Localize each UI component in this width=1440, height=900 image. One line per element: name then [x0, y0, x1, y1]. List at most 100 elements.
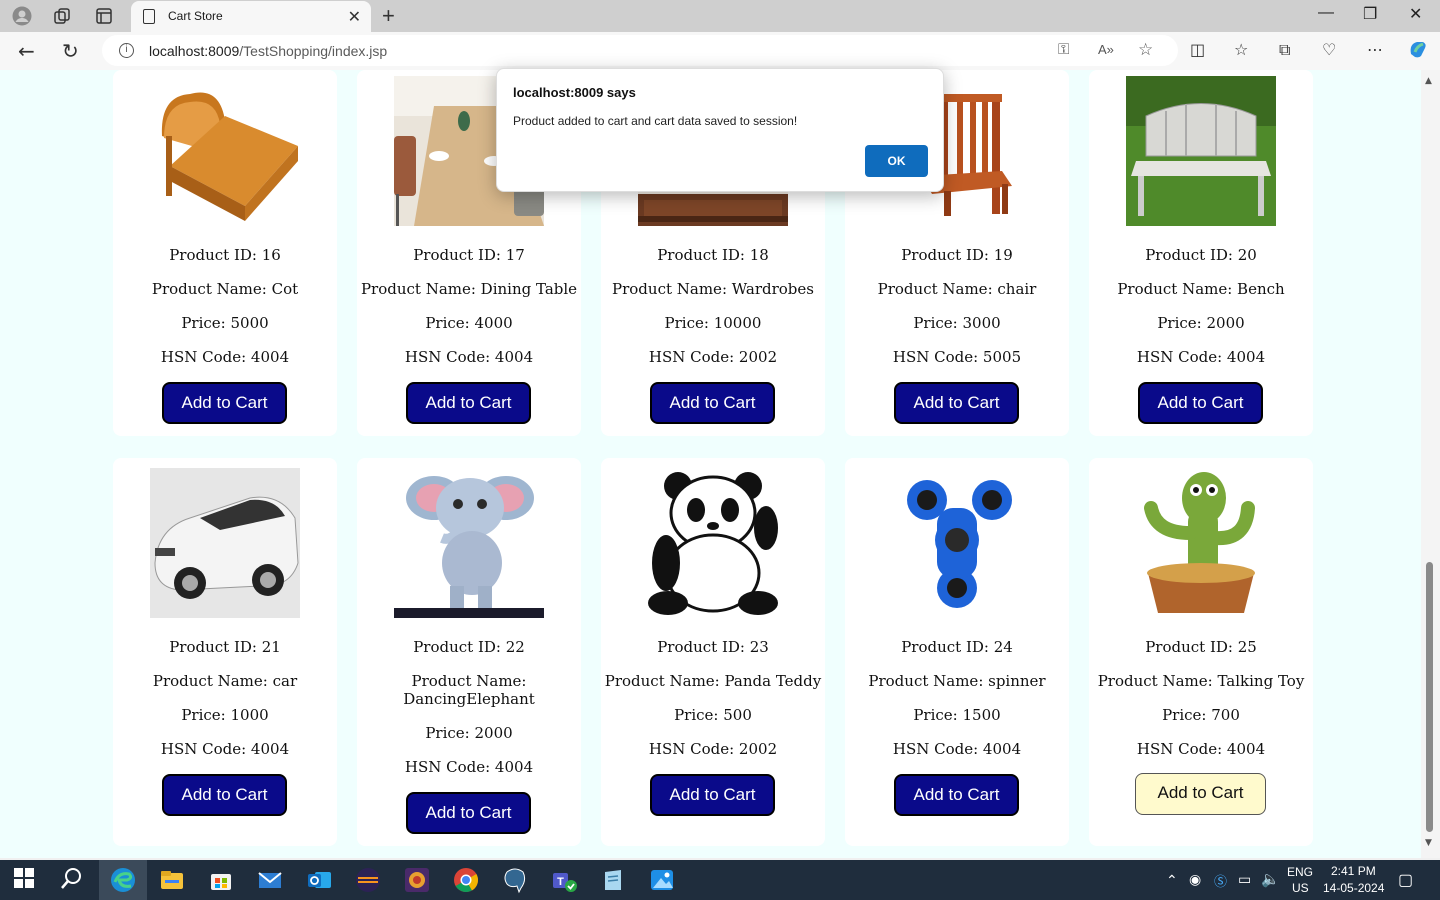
- address-toolbar: ← ↻ i localhost:8009/TestShopping/index.…: [0, 32, 1440, 70]
- ok-button[interactable]: OK: [865, 145, 928, 177]
- cactus-toy-image: [1126, 468, 1276, 618]
- close-tab-icon[interactable]: ✕: [348, 7, 361, 26]
- game-app-icon[interactable]: [403, 866, 431, 894]
- product-name-line-2: DancingElephant: [403, 690, 535, 708]
- split-screen-icon[interactable]: ◫: [1190, 40, 1205, 59]
- panda-image: [638, 468, 788, 618]
- dialog-message: Product added to cart and cart data save…: [513, 114, 798, 128]
- add-to-cart-button[interactable]: Add to Cart: [162, 774, 287, 816]
- product-id: Product ID: 17: [413, 246, 525, 264]
- notifications-icon[interactable]: ▢: [1398, 870, 1413, 890]
- photos-icon[interactable]: [648, 866, 676, 894]
- product-price: Price: 2000: [425, 724, 513, 742]
- store-icon[interactable]: [207, 866, 235, 894]
- product-hsn: HSN Code: 4004: [892, 740, 1022, 758]
- url-path: /TestShopping/index.jsp: [239, 43, 388, 59]
- alert-dialog: localhost:8009 says Product added to car…: [496, 68, 944, 192]
- car-image: [150, 468, 300, 618]
- add-to-cart-button[interactable]: Add to Cart: [894, 774, 1019, 816]
- add-to-cart-button[interactable]: Add to Cart: [894, 382, 1019, 424]
- mail-icon[interactable]: [256, 866, 284, 894]
- add-to-cart-button[interactable]: Add to Cart: [1138, 382, 1263, 424]
- product-name: Product Name: Bench: [1117, 280, 1285, 298]
- close-window-icon[interactable]: ✕: [1409, 4, 1422, 24]
- back-icon[interactable]: ←: [18, 39, 35, 63]
- more-menu-icon[interactable]: ⋯: [1367, 40, 1383, 59]
- add-to-cart-button[interactable]: Add to Cart: [1135, 773, 1266, 815]
- product-price: Price: 4000: [425, 314, 513, 332]
- product-hsn: HSN Code: 2002: [648, 740, 778, 758]
- refresh-icon[interactable]: ↻: [62, 39, 79, 63]
- notepad-icon[interactable]: [599, 866, 627, 894]
- product-hsn: HSN Code: 4004: [160, 740, 290, 758]
- profile-icon[interactable]: [12, 6, 32, 26]
- product-price: Price: 700: [1162, 706, 1240, 724]
- product-id: Product ID: 20: [1145, 246, 1257, 264]
- product-id: Product ID: 19: [901, 246, 1013, 264]
- product-card-20: Product ID: 20 Product Name: Bench Price…: [1089, 70, 1313, 436]
- workspaces-icon[interactable]: [52, 6, 72, 26]
- url-text[interactable]: localhost:8009/TestShopping/index.jsp: [149, 43, 387, 59]
- product-price: Price: 2000: [1157, 314, 1245, 332]
- teams-icon[interactable]: T: [550, 866, 578, 894]
- product-name: Product Name: Cot: [151, 280, 299, 298]
- restore-icon[interactable]: ❐: [1363, 4, 1377, 24]
- product-price: Price: 10000: [664, 314, 762, 332]
- tab-actions-icon[interactable]: [94, 6, 114, 26]
- collections-icon[interactable]: ⧉: [1279, 40, 1290, 60]
- postgresql-icon[interactable]: [501, 866, 529, 894]
- clock-time[interactable]: 2:41 PM: [1331, 864, 1376, 878]
- add-to-cart-button[interactable]: Add to Cart: [650, 774, 775, 816]
- product-name: Product Name: car: [152, 672, 298, 690]
- product-card-23: Product ID: 23 Product Name: Panda Teddy…: [601, 458, 825, 846]
- scroll-thumb[interactable]: [1426, 562, 1433, 832]
- scroll-down-icon[interactable]: ▼: [1425, 838, 1432, 848]
- product-price: Price: 1500: [913, 706, 1001, 724]
- network-globe-icon[interactable]: ◉: [1189, 871, 1201, 888]
- language-indicator-line-1[interactable]: ENG: [1287, 865, 1313, 879]
- product-id: Product ID: 18: [657, 246, 769, 264]
- vertical-scrollbar[interactable]: ▲ ▼: [1421, 70, 1440, 858]
- language-indicator-line-2[interactable]: US: [1292, 881, 1309, 895]
- outlook-icon[interactable]: [305, 866, 333, 894]
- file-explorer-icon[interactable]: [158, 866, 186, 894]
- key-icon[interactable]: ⚿: [1058, 40, 1069, 58]
- site-info-icon[interactable]: i: [119, 43, 134, 58]
- eclipse-icon[interactable]: [354, 866, 382, 894]
- wifi-icon[interactable]: ▭: [1238, 871, 1251, 888]
- product-id: Product ID: 23: [657, 638, 769, 656]
- scroll-up-icon[interactable]: ▲: [1425, 76, 1432, 86]
- minimize-icon[interactable]: —: [1318, 4, 1334, 22]
- chrome-icon[interactable]: [452, 866, 480, 894]
- browser-essentials-icon[interactable]: ♡: [1322, 40, 1336, 59]
- add-to-cart-button[interactable]: Add to Cart: [406, 382, 531, 424]
- volume-icon[interactable]: 🔈: [1261, 870, 1280, 888]
- product-price: Price: 3000: [913, 314, 1001, 332]
- dialog-title: localhost:8009 says: [513, 85, 636, 100]
- favorites-icon[interactable]: ☆: [1234, 40, 1248, 59]
- add-to-cart-button[interactable]: Add to Cart: [650, 382, 775, 424]
- add-to-cart-button[interactable]: Add to Cart: [406, 792, 531, 834]
- product-card-24: Product ID: 24 Product Name: spinner Pri…: [845, 458, 1069, 846]
- add-to-cart-button[interactable]: Add to Cart: [162, 382, 287, 424]
- page-icon: [143, 9, 155, 24]
- copilot-icon[interactable]: [1407, 38, 1429, 64]
- edge-icon[interactable]: [109, 866, 137, 894]
- tab-cart-store[interactable]: Cart Store ✕: [131, 1, 371, 32]
- product-card-21: Product ID: 21 Product Name: car Price: …: [113, 458, 337, 846]
- favorite-star-icon[interactable]: ☆: [1138, 40, 1153, 60]
- product-hsn: HSN Code: 2002: [648, 348, 778, 366]
- product-id: Product ID: 22: [413, 638, 525, 656]
- search-icon[interactable]: [60, 866, 88, 894]
- clock-date[interactable]: 14-05-2024: [1323, 881, 1384, 895]
- address-bar[interactable]: i localhost:8009/TestShopping/index.jsp …: [102, 35, 1178, 66]
- product-hsn: HSN Code: 5005: [892, 348, 1022, 366]
- skype-icon[interactable]: Ⓢ: [1214, 871, 1227, 890]
- product-id: Product ID: 25: [1145, 638, 1257, 656]
- product-name: Product Name: spinner: [868, 672, 1046, 690]
- product-price: Price: 1000: [181, 706, 269, 724]
- start-icon[interactable]: [12, 866, 40, 894]
- show-hidden-icons-icon[interactable]: ⌃: [1166, 872, 1178, 889]
- read-aloud-icon[interactable]: A»: [1098, 42, 1114, 57]
- new-tab-icon[interactable]: +: [382, 3, 395, 29]
